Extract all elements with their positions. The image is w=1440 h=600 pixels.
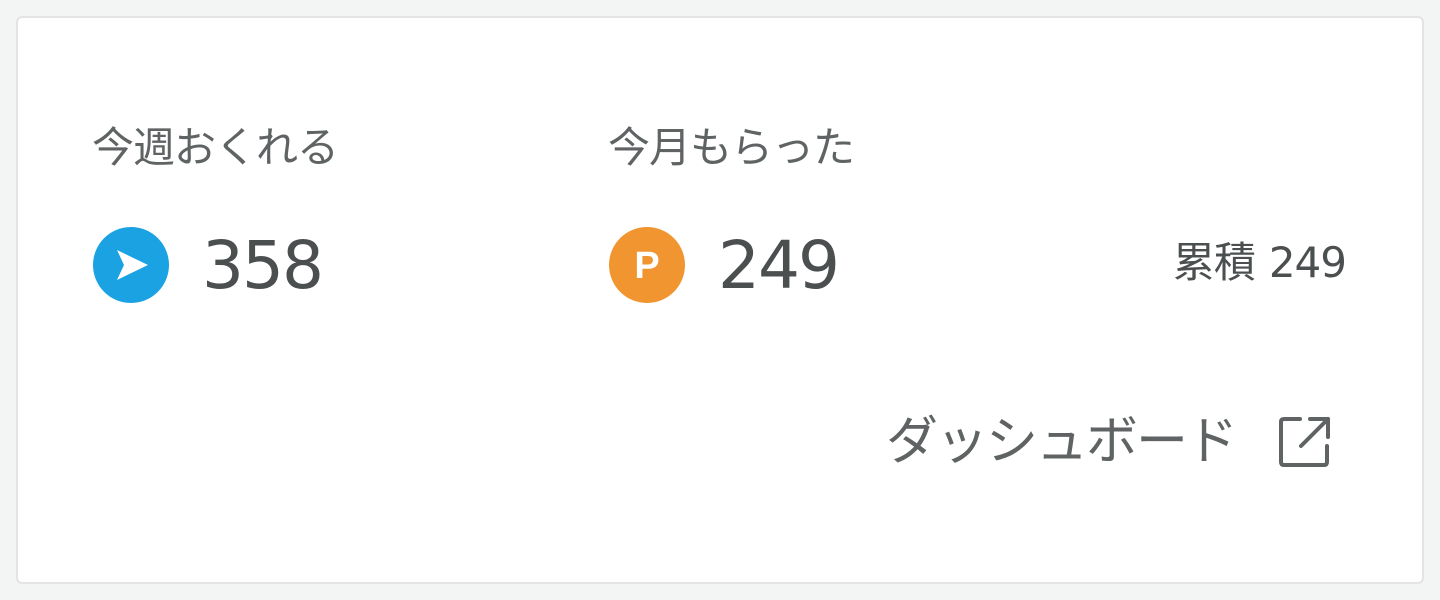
- monthly-received-label: 今月もらった: [608, 123, 855, 172]
- point-p-letter: P: [634, 245, 659, 287]
- dashboard-link-label: ダッシュボード: [885, 412, 1238, 472]
- weekly-sendable-label: 今週おくれる: [92, 123, 339, 172]
- cumulative-label: 累積: [1172, 238, 1256, 287]
- points-summary-card: 今週おくれる 358 今月もらった P 249 累積 249 ダッシュボード: [16, 16, 1424, 584]
- external-link-icon: [1276, 413, 1334, 471]
- weekly-sendable-value: 358: [202, 227, 324, 304]
- send-arrow-icon: [93, 227, 169, 303]
- monthly-received-value: 249: [718, 227, 840, 304]
- dashboard-link[interactable]: ダッシュボード: [886, 412, 1334, 472]
- point-p-icon: P: [609, 227, 685, 303]
- cumulative-total: 累積 249: [1172, 236, 1347, 290]
- cumulative-value: 249: [1268, 238, 1347, 287]
